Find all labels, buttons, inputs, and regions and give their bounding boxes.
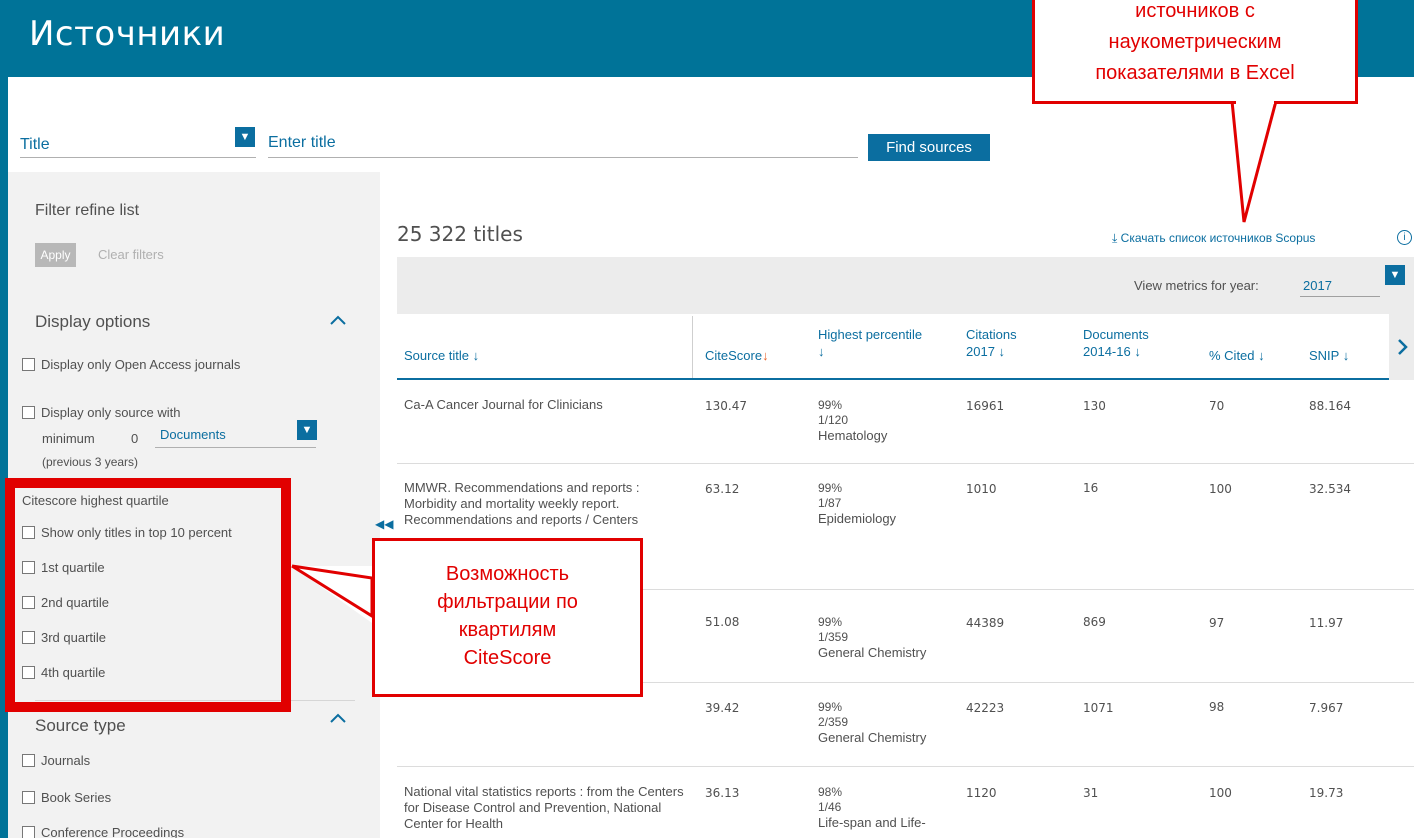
column-header-citescore[interactable]: CiteScore↓ xyxy=(705,347,769,364)
search-input-underline xyxy=(268,157,858,158)
search-field-select[interactable]: Title xyxy=(20,136,50,154)
minimum-value-input[interactable]: 0 xyxy=(131,431,138,446)
row-citations: 44389 xyxy=(966,616,1005,630)
search-field-chevron-down-icon[interactable]: ▼ xyxy=(235,127,255,147)
journals-checkbox[interactable]: Journals xyxy=(22,752,90,769)
row-percentile: 99% 1/120 Hematology xyxy=(818,398,888,443)
row-citescore: 39.42 xyxy=(705,701,740,715)
row-documents: 16 xyxy=(1083,481,1099,495)
previous-years-note: (previous 3 years) xyxy=(42,455,139,469)
row-documents: 31 xyxy=(1083,786,1099,800)
column-header-citations[interactable]: Citations 2017 ↓ xyxy=(966,326,1017,360)
chevron-up-icon[interactable] xyxy=(329,712,347,724)
row-divider xyxy=(397,463,1414,464)
row-snip: 88.164 xyxy=(1309,399,1351,413)
row-snip: 7.967 xyxy=(1309,701,1344,715)
checkbox-icon[interactable] xyxy=(22,791,35,804)
column-header-snip[interactable]: SNIP ↓ xyxy=(1309,347,1349,364)
row-percentile: 99% 1/87 Epidemiology xyxy=(818,481,897,526)
sort-arrow-icon: ↓ xyxy=(1342,348,1350,363)
sort-arrow-icon: ↓ xyxy=(818,344,825,359)
row-percentile: 99% 2/359 General Chemistry xyxy=(818,700,927,745)
column-header-source-title[interactable]: Source title ↓ xyxy=(404,347,479,364)
row-documents: 869 xyxy=(1083,615,1106,629)
open-access-checkbox[interactable]: Display only Open Access journals xyxy=(22,356,271,373)
row-pct-cited: 97 xyxy=(1209,616,1225,630)
row-percentile: 99% 1/359 General Chemistry xyxy=(818,615,927,660)
checkbox-icon[interactable] xyxy=(22,358,35,371)
sort-arrow-icon: ↓ xyxy=(472,348,480,363)
download-icon: ⤓ xyxy=(1112,231,1118,245)
book-series-checkbox[interactable]: Book Series xyxy=(22,789,111,806)
column-header-highest-percentile[interactable]: Highest percentile ↓ xyxy=(818,326,922,360)
apply-filters-button[interactable]: Apply xyxy=(35,243,76,267)
row-citations: 1120 xyxy=(966,786,997,800)
clear-filters-link[interactable]: Clear filters xyxy=(98,247,164,262)
row-citescore: 36.13 xyxy=(705,786,740,800)
table-header-underline xyxy=(397,378,1389,380)
sort-arrow-active-icon: ↓ xyxy=(762,348,769,363)
find-sources-button[interactable]: Find sources xyxy=(868,134,990,161)
info-icon[interactable]: i xyxy=(1397,230,1412,245)
min-source-checkbox[interactable]: Display only source with xyxy=(22,404,180,421)
quartile-filter-callout-text: Возможность фильтрации по квартилям Cite… xyxy=(437,563,578,669)
checkbox-icon[interactable] xyxy=(22,754,35,767)
metrics-year-label: View metrics for year: xyxy=(1134,278,1259,293)
search-input[interactable]: Enter title xyxy=(268,134,336,152)
documents-select[interactable]: Documents xyxy=(160,427,226,442)
row-source-title-link[interactable]: Ca-A Cancer Journal for Clinicians xyxy=(404,397,689,413)
row-percentile: 98% 1/46 Life-span and Life- xyxy=(818,785,926,830)
row-source-title-link[interactable]: MMWR. Recommendations and reports : Morb… xyxy=(404,480,689,530)
quartile-filter-highlight-frame xyxy=(5,478,291,712)
row-citescore: 51.08 xyxy=(705,615,740,629)
chevron-right-icon xyxy=(1397,339,1408,355)
titles-count: 25 322 titles xyxy=(397,222,523,246)
search-field-underline xyxy=(20,157,256,158)
row-citescore: 130.47 xyxy=(705,399,747,413)
row-citations: 42223 xyxy=(966,701,1005,715)
column-header-pct-cited[interactable]: % Cited ↓ xyxy=(1209,347,1265,364)
checkbox-icon[interactable] xyxy=(22,826,35,838)
source-type-heading: Source type xyxy=(35,716,126,735)
documents-select-underline xyxy=(155,447,316,448)
conference-proceedings-checkbox[interactable]: Conference Proceedings xyxy=(22,824,184,838)
top-callout-pointer xyxy=(1230,99,1278,223)
row-pct-cited: 100 xyxy=(1209,482,1232,496)
row-snip: 11.97 xyxy=(1309,616,1344,630)
page-title: Источники xyxy=(29,14,226,54)
checkbox-icon[interactable] xyxy=(22,406,35,419)
documents-chevron-down-icon[interactable]: ▼ xyxy=(297,420,317,440)
scroll-right-button[interactable] xyxy=(1389,314,1414,380)
minimum-label: minimum xyxy=(42,431,95,446)
row-source-title-link[interactable]: National vital statistics reports : from… xyxy=(404,784,694,832)
row-citations: 1010 xyxy=(966,482,997,496)
row-divider xyxy=(397,766,1414,767)
row-documents: 130 xyxy=(1083,399,1106,413)
metrics-bar xyxy=(397,257,1414,314)
row-pct-cited: 98 xyxy=(1209,700,1225,714)
chevron-up-icon[interactable] xyxy=(329,314,347,326)
row-citescore: 63.12 xyxy=(705,482,740,496)
row-snip: 32.534 xyxy=(1309,482,1351,496)
display-options-heading: Display options xyxy=(35,312,151,331)
sort-arrow-icon: ↓ xyxy=(998,344,1006,359)
download-sources-link[interactable]: ⤓ Скачать список источников Scopus xyxy=(1112,231,1315,246)
collapse-sidebar-icon[interactable]: ◀◀ xyxy=(375,517,393,531)
row-pct-cited: 100 xyxy=(1209,786,1232,800)
sort-arrow-icon: ↓ xyxy=(1258,348,1265,363)
column-header-documents[interactable]: Documents 2014-16 ↓ xyxy=(1083,326,1149,360)
filter-title: Filter refine list xyxy=(35,202,140,219)
metrics-year-chevron-down-icon[interactable]: ▼ xyxy=(1385,265,1405,285)
row-pct-cited: 70 xyxy=(1209,399,1225,413)
row-citations: 16961 xyxy=(966,399,1005,413)
row-snip: 19.73 xyxy=(1309,786,1344,800)
row-documents: 1071 xyxy=(1083,701,1114,715)
sort-arrow-icon: ↓ xyxy=(1134,344,1141,359)
excel-download-callout-text: источников с наукометрическим показателя… xyxy=(1095,0,1295,84)
metrics-year-underline xyxy=(1300,296,1380,297)
left-accent-border xyxy=(0,77,8,838)
metrics-year-select[interactable]: 2017 xyxy=(1303,278,1332,293)
column-divider xyxy=(692,316,693,378)
